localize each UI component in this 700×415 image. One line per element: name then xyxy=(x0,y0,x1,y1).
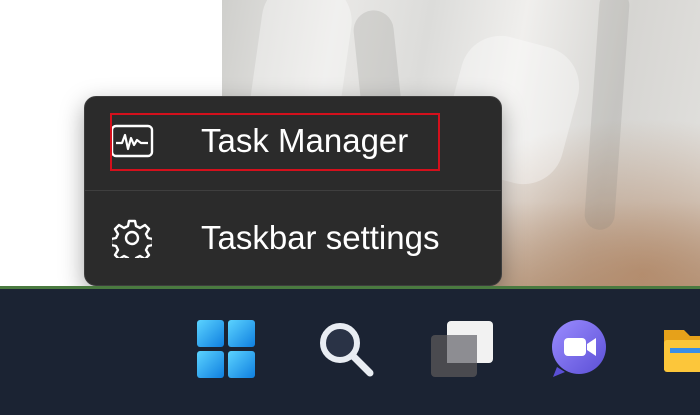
windows-logo-icon xyxy=(195,318,257,385)
file-explorer-button[interactable] xyxy=(660,317,700,385)
task-view-button[interactable] xyxy=(424,317,500,385)
teams-chat-button[interactable] xyxy=(543,317,615,385)
taskbar xyxy=(0,289,700,415)
task-view-icon xyxy=(427,317,497,386)
menu-divider xyxy=(85,190,501,191)
menu-item-task-manager[interactable]: Task Manager xyxy=(109,115,469,167)
menu-item-label: Task Manager xyxy=(201,122,409,159)
start-button[interactable] xyxy=(190,317,262,385)
gear-icon xyxy=(109,219,155,258)
search-icon xyxy=(315,318,377,385)
menu-item-taskbar-settings[interactable]: Taskbar settings xyxy=(109,212,469,264)
folder-icon xyxy=(660,318,700,385)
taskbar-context-menu: Task Manager Taskbar settings xyxy=(84,96,502,286)
menu-item-label: Taskbar settings xyxy=(201,219,440,256)
task-manager-icon xyxy=(109,123,155,159)
teams-video-icon xyxy=(547,317,611,386)
search-button[interactable] xyxy=(310,317,382,385)
